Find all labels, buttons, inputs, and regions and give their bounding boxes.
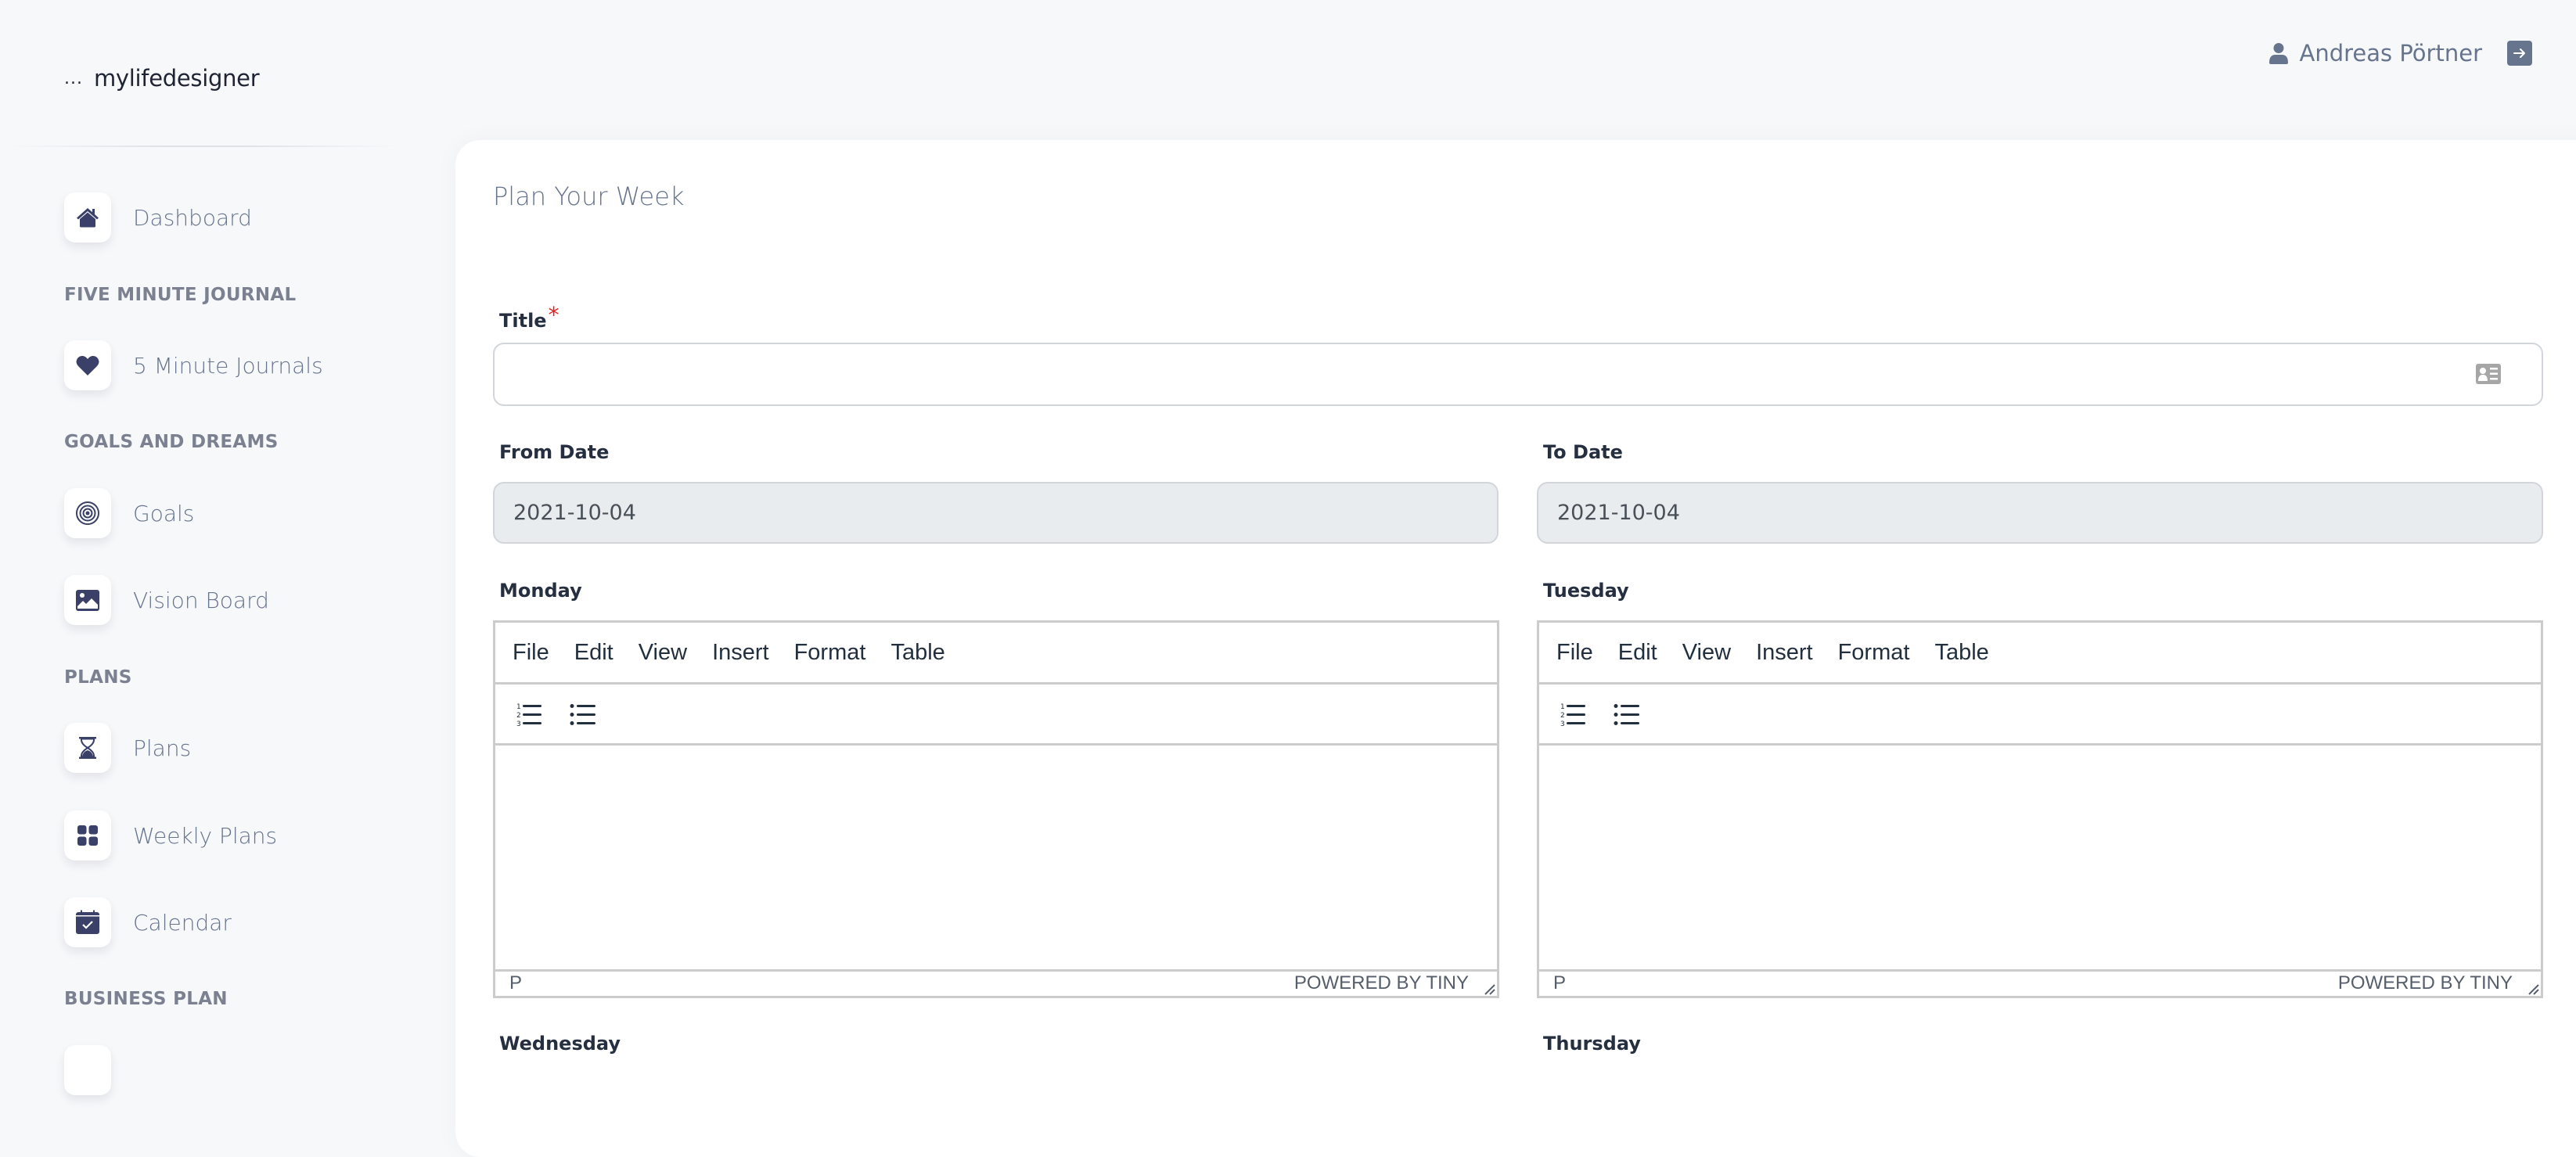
bulleted-list-icon: [570, 703, 595, 725]
wednesday-label: Wednesday: [499, 1033, 621, 1055]
menu-edit[interactable]: Edit: [574, 640, 613, 666]
monday-label: Monday: [499, 580, 582, 602]
editor-statusbar: P POWERED BY TINY: [1539, 972, 2541, 995]
sidebar-divider: [8, 146, 399, 147]
svg-text:1: 1: [1560, 703, 1565, 711]
sidebar-item-calendar[interactable]: Calendar: [64, 897, 232, 947]
logout-arrow-icon: [2513, 49, 2525, 58]
bulleted-list-button[interactable]: [566, 697, 600, 731]
sidebar-section-goals-and-dreams: GOALS AND DREAMS: [64, 432, 279, 452]
menu-table[interactable]: Table: [890, 640, 944, 666]
powered-by-tiny-link[interactable]: POWERED BY TINY: [1294, 972, 1469, 994]
resize-handle-icon[interactable]: [1481, 981, 1495, 995]
sidebar-item-label: Vision Board: [133, 587, 269, 613]
user-name[interactable]: Andreas Pörtner: [2300, 40, 2483, 66]
numbered-list-icon: 123: [516, 703, 541, 728]
menu-insert[interactable]: Insert: [1756, 640, 1813, 666]
sidebar-item-label: Goals: [133, 500, 195, 526]
sidebar-item-weekly-plans[interactable]: Weekly Plans: [64, 810, 277, 861]
sidebar-item-label: Dashboard: [133, 204, 252, 231]
target-icon: [64, 488, 111, 538]
editor-menubar: File Edit View Insert Format Table: [495, 623, 1497, 684]
svg-text:2: 2: [516, 712, 521, 720]
to-date-input[interactable]: [1537, 482, 2543, 544]
heart-icon: [64, 340, 111, 390]
contact-card-icon[interactable]: [2476, 364, 2501, 384]
sidebar-section-business-plan: BUSINESS PLAN: [64, 989, 228, 1009]
bulleted-list-icon: [1614, 703, 1639, 725]
menu-insert[interactable]: Insert: [712, 640, 769, 666]
menu-table[interactable]: Table: [1934, 640, 1988, 666]
monday-editor-content[interactable]: [495, 746, 1497, 972]
sidebar-item-label: 5 Minute Journals: [133, 352, 323, 379]
image-icon: [64, 575, 111, 625]
bulleted-list-button[interactable]: [1610, 697, 1644, 731]
user-menu: Andreas Pörtner: [2268, 36, 2532, 70]
title-label-text: Title: [499, 310, 547, 332]
sidebar-item-label: Calendar: [133, 909, 232, 936]
sidebar-item-vision-board[interactable]: Vision Board: [64, 575, 269, 625]
svg-text:3: 3: [516, 720, 521, 728]
home-icon: [64, 192, 111, 243]
numbered-list-icon: 123: [1560, 703, 1585, 728]
sidebar-item-goals[interactable]: Goals: [64, 488, 194, 538]
to-date-label: To Date: [1543, 441, 1623, 463]
editor-menubar: File Edit View Insert Format Table: [1539, 623, 2541, 684]
sidebar-item-label: Plans: [133, 735, 192, 761]
svg-text:3: 3: [1560, 720, 1565, 728]
sidebar-section-five-minute-journal: FIVE MINUTE JOURNAL: [64, 285, 297, 305]
required-asterisk: *: [548, 302, 559, 328]
from-date-label: From Date: [499, 441, 610, 463]
editor-toolbar: 123: [495, 684, 1497, 746]
grid-icon: [64, 810, 111, 861]
user-icon: [2268, 42, 2289, 64]
hourglass-icon: [64, 723, 111, 773]
menu-edit[interactable]: Edit: [1618, 640, 1657, 666]
resize-handle-icon[interactable]: [2525, 981, 2539, 995]
brand-name: mylifedesigner: [93, 65, 260, 92]
title-label: Title*: [499, 302, 559, 332]
sidebar-item-label: Weekly Plans: [133, 822, 278, 849]
brand-prefix: ...: [64, 68, 83, 88]
sidebar-item-5-minute-journals[interactable]: 5 Minute Journals: [64, 340, 323, 390]
tuesday-editor-content[interactable]: [1539, 746, 2541, 972]
monday-editor: File Edit View Insert Format Table 123 P…: [493, 620, 1499, 998]
tuesday-editor: File Edit View Insert Format Table 123 P…: [1537, 620, 2543, 998]
element-path[interactable]: P: [509, 972, 522, 994]
sidebar-section-plans: PLANS: [64, 667, 132, 688]
sidebar-item-dashboard[interactable]: Dashboard: [64, 192, 252, 243]
page-title: Plan Your Week: [493, 181, 685, 211]
menu-file[interactable]: File: [1556, 640, 1593, 666]
logout-button[interactable]: [2507, 41, 2532, 66]
menu-view[interactable]: View: [639, 640, 687, 666]
svg-text:2: 2: [1560, 712, 1565, 720]
sidebar-item-plans[interactable]: Plans: [64, 723, 191, 773]
editor-toolbar: 123: [1539, 684, 2541, 746]
menu-format[interactable]: Format: [794, 640, 866, 666]
thursday-label: Thursday: [1543, 1033, 1641, 1055]
title-input[interactable]: [493, 343, 2543, 406]
brand-logo[interactable]: ... mylifedesigner: [64, 63, 260, 94]
menu-view[interactable]: View: [1682, 640, 1731, 666]
menu-format[interactable]: Format: [1838, 640, 1910, 666]
tuesday-label: Tuesday: [1543, 580, 1629, 602]
numbered-list-button[interactable]: 123: [513, 697, 547, 731]
calendar-check-icon: [64, 897, 111, 947]
powered-by-tiny-link[interactable]: POWERED BY TINY: [2338, 972, 2513, 994]
menu-file[interactable]: File: [513, 640, 549, 666]
from-date-input[interactable]: [493, 482, 1498, 544]
svg-text:1: 1: [516, 703, 521, 711]
numbered-list-button[interactable]: 123: [1556, 697, 1591, 731]
element-path[interactable]: P: [1553, 972, 1566, 994]
editor-statusbar: P POWERED BY TINY: [495, 972, 1497, 995]
